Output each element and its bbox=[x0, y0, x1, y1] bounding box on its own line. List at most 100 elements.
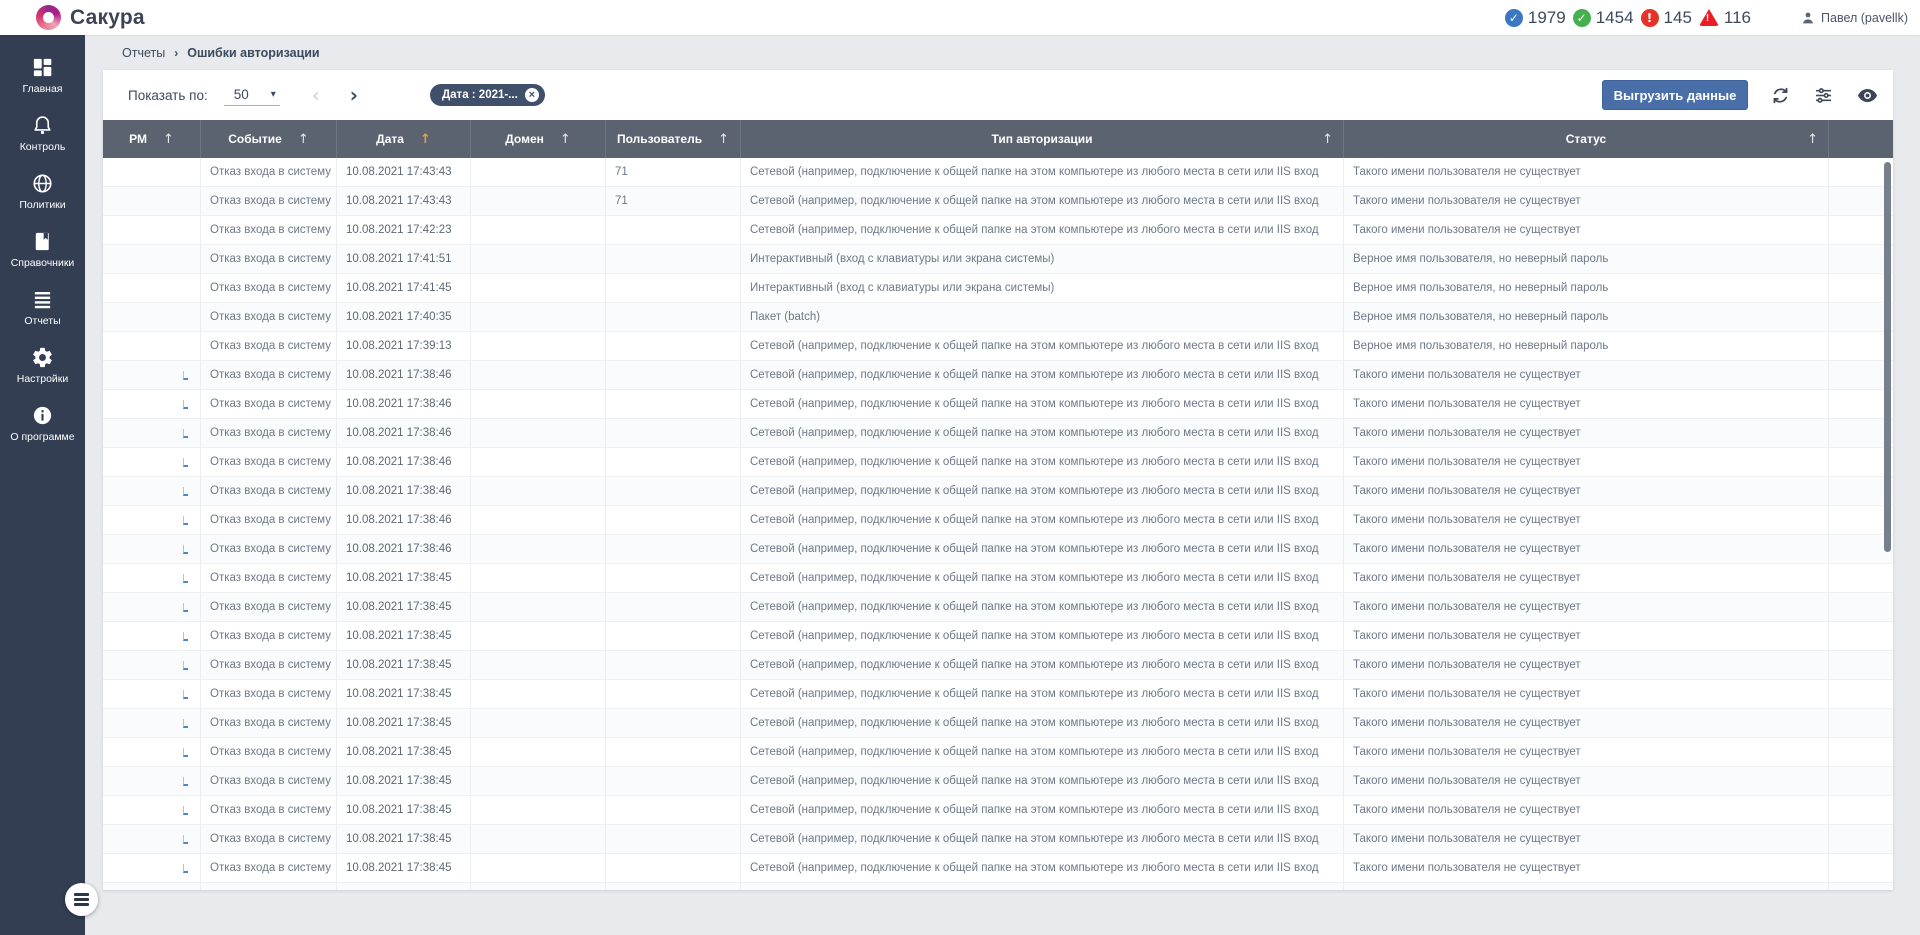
table-row[interactable]: Отказ входа в систему 10.08.2021 17:38:4… bbox=[103, 854, 1893, 883]
cell-status: Такого имени пользователя не существует bbox=[1344, 825, 1829, 853]
cell-auth-type: Сетевой (например, подключение к общей п… bbox=[741, 361, 1344, 389]
truncated-link-remnant[interactable] bbox=[183, 747, 188, 757]
table-row[interactable]: Отказ входа в систему 10.08.2021 17:43:4… bbox=[103, 158, 1893, 187]
table-row[interactable]: Отказ входа в систему 10.08.2021 17:41:4… bbox=[103, 274, 1893, 303]
table-row[interactable]: Отказ входа в систему 10.08.2021 17:43:4… bbox=[103, 187, 1893, 216]
filter-sliders-icon[interactable] bbox=[1813, 85, 1834, 106]
sidebar-item-control[interactable]: Контроль bbox=[0, 105, 85, 163]
truncated-link-remnant[interactable] bbox=[183, 544, 188, 554]
sidebar-item-about[interactable]: О программе bbox=[0, 395, 85, 453]
table-row[interactable]: Отказ входа в систему 10.08.2021 17:38:4… bbox=[103, 390, 1893, 419]
column-header[interactable]: Событие ↑ bbox=[201, 120, 337, 158]
counter-warnings[interactable]: ! 116 bbox=[1698, 7, 1752, 28]
counter-confirmed[interactable]: ✓ 1979 bbox=[1504, 8, 1566, 28]
collapse-menu-button[interactable] bbox=[65, 883, 98, 916]
table-row[interactable]: Отказ входа в систему 10.08.2021 17:38:4… bbox=[103, 651, 1893, 680]
sidebar-item-directories[interactable]: Справочники bbox=[0, 221, 85, 279]
column-header[interactable]: Домен ↑ bbox=[471, 120, 606, 158]
cell-status: Такого имени пользователя не существует bbox=[1344, 680, 1829, 708]
vertical-scrollbar-thumb[interactable] bbox=[1884, 162, 1891, 552]
table-row[interactable]: Отказ входа в систему 10.08.2021 17:39:1… bbox=[103, 332, 1893, 361]
table-row[interactable]: Отказ входа в систему 10.08.2021 17:42:2… bbox=[103, 216, 1893, 245]
truncated-link-remnant[interactable] bbox=[183, 457, 188, 467]
sidebar-item-main[interactable]: Главная bbox=[0, 47, 85, 105]
table-row[interactable]: Отказ входа в систему 10.08.2021 17:38:4… bbox=[103, 593, 1893, 622]
cell-status: Такого имени пользователя не существует bbox=[1344, 187, 1829, 215]
column-header[interactable]: Пользователь ↑ bbox=[606, 120, 741, 158]
truncated-link-remnant[interactable] bbox=[183, 805, 188, 815]
table-row[interactable]: Отказ входа в систему 10.08.2021 17:38:4… bbox=[103, 477, 1893, 506]
table-row[interactable]: Отказ входа в систему 10.08.2021 17:38:4… bbox=[103, 767, 1893, 796]
truncated-link-remnant[interactable] bbox=[183, 428, 188, 438]
cell-empty bbox=[1829, 593, 1893, 621]
close-icon[interactable]: × bbox=[524, 88, 539, 102]
truncated-link-remnant[interactable] bbox=[183, 776, 188, 786]
date-filter-chip[interactable]: Дата : 2021-... × bbox=[429, 84, 545, 106]
table-row[interactable]: Отказ входа в систему 10.08.2021 17:38:4… bbox=[103, 506, 1893, 535]
cell-date: 10.08.2021 17:38:45 bbox=[337, 767, 471, 795]
export-data-button[interactable]: Выгрузить данные bbox=[1602, 80, 1748, 110]
counter-value: 116 bbox=[1723, 7, 1752, 27]
user-menu[interactable]: Павел (pavellk) bbox=[1800, 10, 1908, 26]
counter-ok[interactable]: ✓ 1454 bbox=[1572, 8, 1634, 28]
cell-status: Такого имени пользователя не существует bbox=[1344, 564, 1829, 592]
truncated-link-remnant[interactable] bbox=[183, 370, 188, 380]
truncated-link-remnant[interactable] bbox=[183, 718, 188, 728]
prev-page-button[interactable]: ‹ bbox=[312, 85, 320, 105]
hamburger-icon bbox=[74, 893, 89, 896]
column-header[interactable] bbox=[1829, 120, 1893, 158]
page-size-select[interactable]: 50 ▾ bbox=[223, 85, 280, 106]
truncated-link-remnant[interactable] bbox=[183, 602, 188, 612]
cell-domain bbox=[471, 158, 606, 186]
cell-auth-type: Сетевой (например, подключение к общей п… bbox=[741, 767, 1344, 795]
table-row[interactable]: Отказ входа в систему 10.08.2021 17:41:5… bbox=[103, 245, 1893, 274]
truncated-link-remnant[interactable] bbox=[183, 399, 188, 409]
sidebar-item-policies[interactable]: Политики bbox=[0, 163, 85, 221]
top-bar: Сакура ✓ 1979 ✓ 1454 ! 145 ! 116 Павел (… bbox=[0, 0, 1920, 35]
cell-status: Такого имени пользователя не существует bbox=[1344, 593, 1829, 621]
column-header[interactable]: Статус ↑ bbox=[1344, 120, 1829, 158]
table-row[interactable]: Отказ входа в систему 10.08.2021 17:38:4… bbox=[103, 622, 1893, 651]
table-row[interactable]: Отказ входа в систему 10.08.2021 17:38:4… bbox=[103, 564, 1893, 593]
table-row[interactable]: Отказ входа в систему 10.08.2021 17:38:4… bbox=[103, 535, 1893, 564]
table-row[interactable]: Отказ входа в систему 10.08.2021 17:38:4… bbox=[103, 825, 1893, 854]
next-page-button[interactable]: › bbox=[350, 85, 358, 105]
truncated-link-remnant[interactable] bbox=[183, 689, 188, 699]
sidebar-item-settings[interactable]: Настройки bbox=[0, 337, 85, 395]
truncated-link-remnant[interactable] bbox=[183, 631, 188, 641]
table-row[interactable]: Отказ входа в систему 10.08.2021 17:40:3… bbox=[103, 303, 1893, 332]
eye-icon[interactable] bbox=[1856, 84, 1879, 107]
table-row[interactable]: Отказ входа в систему 10.08.2021 17:38:4… bbox=[103, 883, 1893, 890]
table-row[interactable]: Отказ входа в систему 10.08.2021 17:38:4… bbox=[103, 419, 1893, 448]
sidebar-item-label: Справочники bbox=[10, 257, 75, 269]
table-row[interactable]: Отказ входа в систему 10.08.2021 17:38:4… bbox=[103, 448, 1893, 477]
sidebar-item-reports[interactable]: Отчеты bbox=[0, 279, 85, 337]
cell-status: Такого имени пользователя не существует bbox=[1344, 477, 1829, 505]
truncated-link-remnant[interactable] bbox=[183, 660, 188, 670]
cell-status: Такого имени пользователя не существует bbox=[1344, 361, 1829, 389]
column-header[interactable]: РМ ↑ bbox=[103, 120, 201, 158]
report-card: Показать по: 50 ▾ ‹ › Дата : 2021-... × … bbox=[103, 70, 1893, 890]
table-row[interactable]: Отказ входа в систему 10.08.2021 17:38:4… bbox=[103, 680, 1893, 709]
counter-errors[interactable]: ! 145 bbox=[1640, 8, 1692, 28]
table-row[interactable]: Отказ входа в систему 10.08.2021 17:38:4… bbox=[103, 709, 1893, 738]
column-header[interactable]: Дата ↑ bbox=[337, 120, 471, 158]
truncated-link-remnant[interactable] bbox=[183, 863, 188, 873]
cell-date: 10.08.2021 17:38:46 bbox=[337, 361, 471, 389]
truncated-link-remnant[interactable] bbox=[183, 834, 188, 844]
sidebar-nav: Главная Контроль Политики Справочники От… bbox=[0, 35, 85, 935]
app-logo[interactable]: Сакура bbox=[36, 5, 145, 30]
table-row[interactable]: Отказ входа в систему 10.08.2021 17:38:4… bbox=[103, 738, 1893, 767]
cell-user bbox=[606, 651, 741, 679]
truncated-link-remnant[interactable] bbox=[183, 573, 188, 583]
table-row[interactable]: Отказ входа в систему 10.08.2021 17:38:4… bbox=[103, 361, 1893, 390]
column-header[interactable]: Тип авторизации ↑ bbox=[741, 120, 1344, 158]
refresh-icon[interactable] bbox=[1770, 85, 1791, 106]
cell-status: Такого имени пользователя не существует bbox=[1344, 535, 1829, 563]
breadcrumb-parent[interactable]: Отчеты bbox=[122, 46, 165, 60]
truncated-link-remnant[interactable] bbox=[183, 515, 188, 525]
check-circle-green-icon: ✓ bbox=[1572, 8, 1591, 27]
truncated-link-remnant[interactable] bbox=[183, 486, 188, 496]
table-row[interactable]: Отказ входа в систему 10.08.2021 17:38:4… bbox=[103, 796, 1893, 825]
app-logo-text: Сакура bbox=[70, 5, 145, 29]
